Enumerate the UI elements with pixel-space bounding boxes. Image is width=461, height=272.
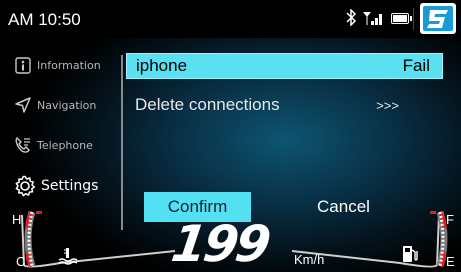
sidebar-divider (121, 55, 123, 230)
brand-logo (420, 3, 456, 34)
menu-item-label: Delete connections (135, 95, 280, 114)
list-item-iphone[interactable]: iphone Fail (126, 53, 443, 79)
info-icon (14, 56, 32, 74)
sidebar-item-label: Navigation (37, 98, 97, 112)
sidebar-menu: Information Navigation Telephone Setting… (0, 48, 118, 208)
battery-icon (391, 13, 412, 24)
chevron-right-icon: >>> (376, 98, 399, 113)
speedometer-value: 199 (167, 215, 272, 272)
device-name: iphone (136, 56, 188, 75)
status-bar: AM 10:50 (0, 0, 461, 38)
fuel-empty-label: E (446, 254, 455, 269)
instrument-cluster-screen: AM 10:50 Information Navigation Telephon… (0, 0, 461, 272)
clock: AM 10:50 (8, 10, 81, 29)
speed-unit: Km/h (294, 252, 325, 267)
coolant-temperature-icon (58, 247, 78, 269)
temp-high-label: H (12, 212, 22, 227)
status-divider (413, 8, 414, 30)
connection-status: Fail (402, 56, 430, 75)
phone-icon (14, 136, 32, 154)
temp-low-label: C (16, 254, 26, 269)
sidebar-item-label: Information (37, 58, 101, 72)
gear-icon (14, 175, 36, 197)
sidebar-item-telephone[interactable]: Telephone (0, 128, 118, 162)
signal-icon (362, 10, 386, 26)
navigation-arrow-icon (14, 96, 32, 114)
fuel-pump-icon (401, 244, 419, 268)
sidebar-item-label: Telephone (37, 138, 93, 152)
sidebar-item-settings[interactable]: Settings (0, 169, 118, 203)
fuel-full-label: F (446, 212, 454, 227)
bluetooth-icon (345, 8, 357, 30)
sidebar-item-label: Settings (41, 178, 99, 194)
sidebar-item-information[interactable]: Information (0, 48, 118, 82)
sidebar-item-navigation[interactable]: Navigation (0, 88, 118, 122)
list-item-delete-connections[interactable]: Delete connections >>> (126, 93, 443, 119)
